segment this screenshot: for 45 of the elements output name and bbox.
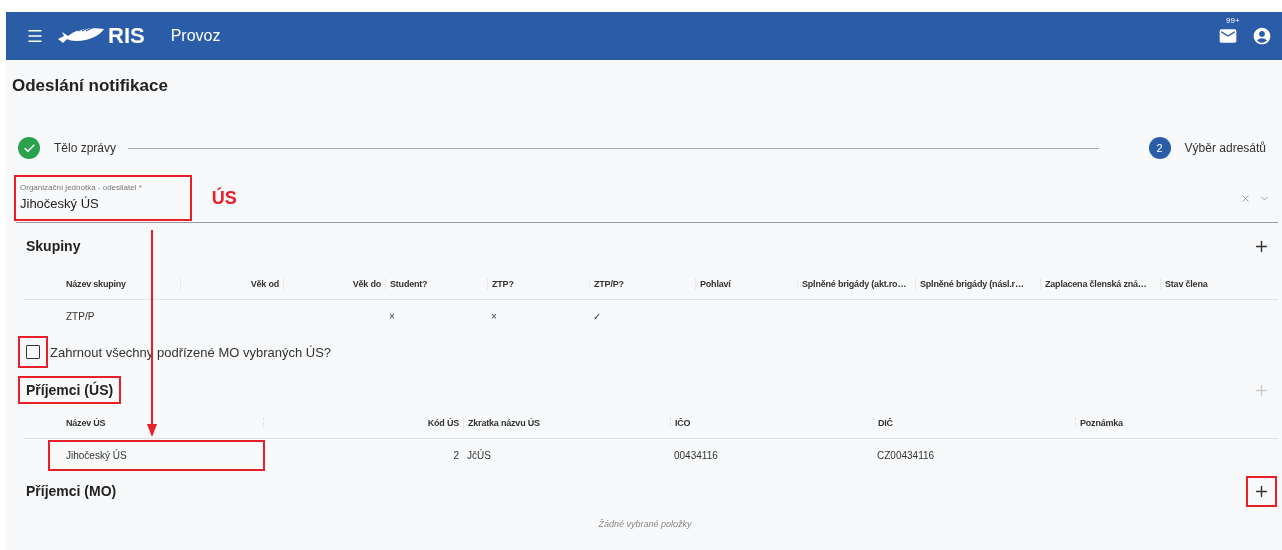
- page-title: Odeslání notifikace: [12, 75, 169, 97]
- column-header[interactable]: Stav člena: [1160, 279, 1278, 289]
- column-header[interactable]: Splněné brigády (akt.ro…: [797, 279, 915, 289]
- table-cell-text: CZ00434116: [876, 449, 936, 461]
- column-header[interactable]: Splněné brigády (násl.r…: [915, 279, 1040, 289]
- table-cell: Jihočeský ÚS: [50, 441, 263, 469]
- table-cell-text: ×: [388, 310, 396, 322]
- column-header[interactable]: Poznámka: [1075, 418, 1278, 428]
- section-title: Provoz: [170, 27, 221, 45]
- section-heading: Skupiny: [25, 237, 82, 256]
- section-heading: Příjemci (ÚS): [20, 378, 120, 402]
- section-heading: Příjemci (MO): [25, 482, 118, 501]
- column-header[interactable]: Název skupiny: [62, 279, 180, 289]
- empty-message: Žádné vybrané položky: [597, 519, 693, 529]
- column-header[interactable]: Věk od: [180, 279, 283, 289]
- checkbox[interactable]: [26, 345, 40, 359]
- menu-icon[interactable]: [26, 27, 44, 45]
- checkbox-label: Zahrnout všechny podřízené MO vybraných ÚS?: [50, 344, 332, 360]
- field-label: Organizační jednotka - odesilatel *: [20, 183, 142, 192]
- column-header[interactable]: Zaplacena členská zná…: [1040, 279, 1160, 289]
- column-header[interactable]: DIČ: [873, 418, 1075, 428]
- annotation-label: ÚS: [211, 187, 237, 209]
- step-label[interactable]: Tělo zprávy: [54, 141, 117, 155]
- logo-text: RIS: [108, 23, 145, 49]
- table-cell-text: 2: [452, 449, 460, 461]
- table-cell-text: ×: [490, 310, 498, 322]
- table-cell-text: 00434116: [673, 449, 719, 461]
- column-header[interactable]: Zkratka názvu ÚS: [463, 418, 670, 428]
- field-value: Jihočeský ÚS: [20, 196, 100, 211]
- column-header[interactable]: ZTP?: [487, 279, 589, 289]
- column-header[interactable]: Pohlaví: [695, 279, 797, 289]
- add-button[interactable]: [1249, 478, 1274, 504]
- column-header[interactable]: IČO: [670, 418, 873, 428]
- notification-count: 99+: [1226, 16, 1240, 25]
- table-cell-text: JčÚS: [466, 449, 492, 461]
- account-icon[interactable]: [1252, 26, 1272, 46]
- table-cell-text: ✓: [592, 310, 602, 322]
- step-number: 2: [1148, 137, 1171, 159]
- step-label[interactable]: Výběr adresátů: [1184, 141, 1266, 155]
- column-header[interactable]: Kód ÚS: [263, 418, 463, 428]
- column-header[interactable]: Student?: [385, 279, 487, 289]
- table-cell-text: ZTP/P: [65, 309, 96, 324]
- column-header[interactable]: Věk do: [283, 279, 385, 289]
- column-header[interactable]: Název ÚS: [62, 418, 263, 428]
- column-header[interactable]: ZTP/P?: [589, 279, 695, 289]
